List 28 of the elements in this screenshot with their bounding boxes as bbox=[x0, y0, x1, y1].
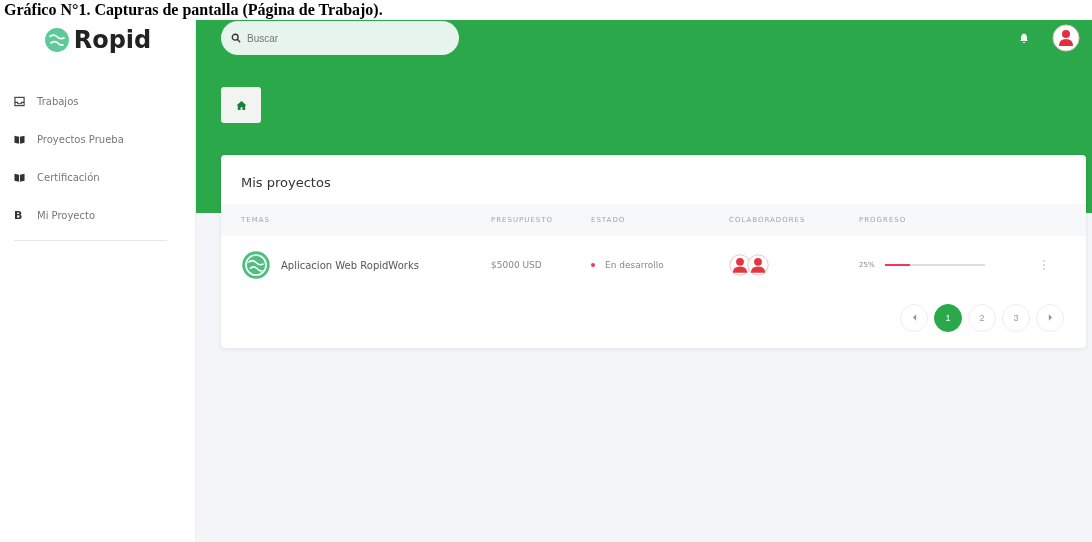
home-button[interactable] bbox=[221, 87, 261, 123]
bell-icon[interactable] bbox=[1018, 32, 1030, 44]
sidebar-item[interactable]: Certificación bbox=[0, 158, 195, 196]
collaborator-avatar bbox=[747, 254, 769, 276]
home-icon bbox=[235, 99, 247, 111]
caret-right-icon bbox=[1047, 314, 1053, 321]
sidebar-item[interactable]: B Mi Proyecto bbox=[0, 196, 195, 234]
globe-logo-icon bbox=[43, 27, 70, 53]
sidebar-item[interactable]: Proyectos Prueba bbox=[0, 120, 195, 158]
project-name: Aplicacion Web RopidWorks bbox=[281, 259, 419, 271]
brand-name: Ropid bbox=[73, 26, 152, 54]
sidebar-item[interactable]: Trabajos bbox=[0, 82, 195, 120]
search-field[interactable]: Buscar bbox=[221, 21, 459, 55]
page-button[interactable]: 3 bbox=[1002, 304, 1030, 332]
book-icon bbox=[14, 133, 25, 145]
inbox-icon bbox=[14, 95, 25, 107]
user-avatar[interactable] bbox=[1052, 24, 1080, 52]
letter-icon: B bbox=[14, 208, 25, 222]
book-icon bbox=[14, 171, 25, 183]
caret-left-icon bbox=[911, 314, 917, 321]
page-button[interactable]: 2 bbox=[968, 304, 996, 332]
page-button[interactable]: 1 bbox=[934, 304, 962, 332]
status-text: En desarrollo bbox=[605, 260, 664, 270]
figure-caption: Gráfico N°1. Capturas de pantalla (Página de Trabajo). bbox=[4, 1, 383, 19]
table-cell-text: $5000 USD bbox=[491, 260, 543, 270]
search-icon bbox=[231, 33, 241, 43]
card-title: Mis proyectos bbox=[240, 174, 332, 192]
globe-icon bbox=[241, 250, 271, 280]
